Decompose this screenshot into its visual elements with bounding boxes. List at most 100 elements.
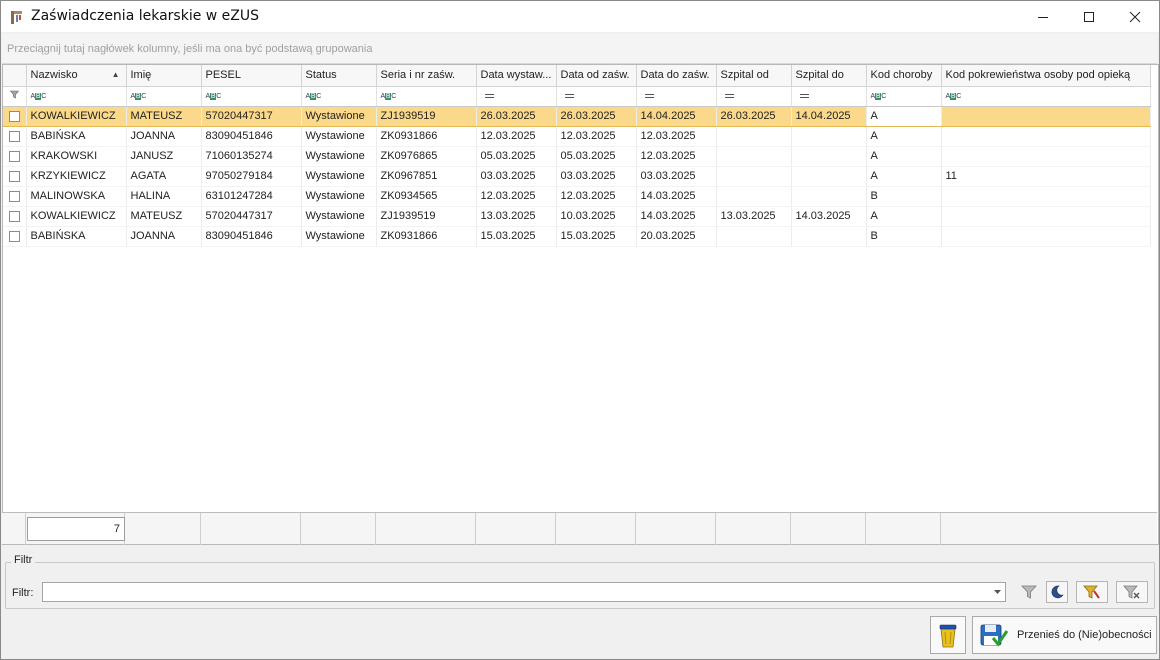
cell-data_do[interactable]: 20.03.2025 — [636, 226, 717, 247]
cell-kod_pokrewienstwa[interactable] — [941, 206, 1151, 227]
cell-pesel[interactable]: 57020447317 — [201, 105, 302, 127]
cell-data_wystawienia[interactable]: 03.03.2025 — [476, 166, 557, 187]
column-header-data_do[interactable]: Data do zaśw. — [636, 65, 717, 87]
cell-status[interactable]: Wystawione — [301, 226, 377, 247]
table-row[interactable]: KOWALKIEWICZ MATEUSZ 57020447317 Wystawione… — [3, 105, 1151, 127]
apply-filter-button[interactable] — [1015, 581, 1043, 603]
row-select-cell[interactable] — [3, 146, 27, 167]
table-row[interactable]: BABIŃSKA JOANNA 83090451846 Wystawione ZK093… — [3, 126, 1151, 147]
filter-cell-szpital_od[interactable] — [716, 86, 792, 107]
cell-data_od[interactable]: 12.03.2025 — [556, 126, 637, 147]
cell-data_od[interactable]: 26.03.2025 — [556, 105, 637, 127]
maximize-button[interactable] — [1066, 1, 1112, 32]
filter-cell-data_do[interactable] — [636, 86, 717, 107]
cell-data_wystawienia[interactable]: 15.03.2025 — [476, 226, 557, 247]
cell-data_do[interactable]: 12.03.2025 — [636, 126, 717, 147]
filter-cell-szpital_do[interactable] — [791, 86, 867, 107]
cell-kod_choroby[interactable]: A — [866, 166, 942, 187]
cell-nazwisko[interactable]: KRZYKIEWICZ — [26, 166, 127, 187]
cell-kod_choroby[interactable]: A — [866, 105, 942, 127]
cell-status[interactable]: Wystawione — [301, 126, 377, 147]
row-checkbox[interactable] — [8, 210, 20, 222]
row-checkbox[interactable] — [8, 190, 20, 202]
cell-status[interactable]: Wystawione — [301, 186, 377, 207]
column-header-szpital_do[interactable]: Szpital do — [791, 65, 867, 87]
cell-kod_choroby[interactable]: A — [866, 206, 942, 227]
row-select-cell[interactable] — [3, 226, 27, 247]
cell-data_wystawienia[interactable]: 05.03.2025 — [476, 146, 557, 167]
column-header-nazwisko[interactable]: Nazwisko ▲ — [26, 65, 127, 87]
cell-kod_pokrewienstwa[interactable]: 11 — [941, 166, 1151, 187]
cell-szpital_od[interactable] — [716, 186, 792, 207]
row-checkbox[interactable] — [8, 110, 20, 122]
cell-seria[interactable]: ZJ1939519 — [376, 105, 477, 127]
filter-cell-nazwisko[interactable]: ABC — [26, 86, 127, 107]
cell-nazwisko[interactable]: BABIŃSKA — [26, 226, 127, 247]
cell-kod_pokrewienstwa[interactable] — [941, 126, 1151, 147]
minimize-button[interactable] — [1020, 1, 1066, 32]
column-header-pesel[interactable]: PESEL — [201, 65, 302, 87]
cell-status[interactable]: Wystawione — [301, 105, 377, 127]
cell-data_do[interactable]: 12.03.2025 — [636, 146, 717, 167]
cell-data_od[interactable]: 12.03.2025 — [556, 186, 637, 207]
close-button[interactable] — [1112, 1, 1158, 32]
column-header-data_od[interactable]: Data od zaśw. — [556, 65, 637, 87]
cell-nazwisko[interactable]: MALINOWSKA — [26, 186, 127, 207]
cell-status[interactable]: Wystawione — [301, 146, 377, 167]
column-header-szpital_od[interactable]: Szpital od — [716, 65, 792, 87]
column-header-kod_pokrewienstwa[interactable]: Kod pokrewieństwa osoby pod opieką — [941, 65, 1151, 87]
clear-filter-button[interactable] — [1116, 581, 1148, 603]
cell-szpital_od[interactable] — [716, 226, 792, 247]
filter-cell-data_wystawienia[interactable] — [476, 86, 557, 107]
cell-seria[interactable]: ZK0934565 — [376, 186, 477, 207]
cell-kod_choroby[interactable]: A — [866, 126, 942, 147]
cell-imie[interactable]: JOANNA — [126, 126, 202, 147]
cell-data_od[interactable]: 15.03.2025 — [556, 226, 637, 247]
cell-pesel[interactable]: 71060135274 — [201, 146, 302, 167]
cell-kod_choroby[interactable]: A — [866, 146, 942, 167]
cell-data_do[interactable]: 14.03.2025 — [636, 206, 717, 227]
column-header-imie[interactable]: Imię — [126, 65, 202, 87]
cell-imie[interactable]: AGATA — [126, 166, 202, 187]
cell-szpital_do[interactable] — [791, 146, 867, 167]
filter-cell-pesel[interactable]: ABC — [201, 86, 302, 107]
cell-data_wystawienia[interactable]: 26.03.2025 — [476, 105, 557, 127]
cell-imie[interactable]: JANUSZ — [126, 146, 202, 167]
cell-pesel[interactable]: 57020447317 — [201, 206, 302, 227]
filter-cell-status[interactable]: ABC — [301, 86, 377, 107]
cell-nazwisko[interactable]: KOWALKIEWICZ — [26, 105, 127, 127]
cell-imie[interactable]: MATEUSZ — [126, 105, 202, 127]
cell-szpital_od[interactable] — [716, 146, 792, 167]
table-row[interactable]: MALINOWSKA HALINA 63101247284 Wystawione ZK0… — [3, 186, 1151, 207]
cell-pesel[interactable]: 97050279184 — [201, 166, 302, 187]
cell-kod_pokrewienstwa[interactable] — [941, 226, 1151, 247]
cell-szpital_od[interactable]: 26.03.2025 — [716, 105, 792, 127]
filter-mode-toggle[interactable] — [1046, 581, 1068, 603]
cell-data_wystawienia[interactable]: 12.03.2025 — [476, 186, 557, 207]
filter-cell-imie[interactable]: ABC — [126, 86, 202, 107]
column-header-status[interactable]: Status — [301, 65, 377, 87]
row-select-cell[interactable] — [3, 126, 27, 147]
cell-imie[interactable]: HALINA — [126, 186, 202, 207]
filter-input[interactable] — [42, 582, 1006, 602]
row-select-cell[interactable] — [3, 186, 27, 207]
cell-status[interactable]: Wystawione — [301, 166, 377, 187]
cell-pesel[interactable]: 83090451846 — [201, 226, 302, 247]
filter-cell-seria[interactable]: ABC — [376, 86, 477, 107]
row-checkbox[interactable] — [8, 230, 20, 242]
cell-szpital_od[interactable] — [716, 166, 792, 187]
row-checkbox[interactable] — [8, 130, 20, 142]
cell-seria[interactable]: ZK0931866 — [376, 126, 477, 147]
cell-kod_pokrewienstwa[interactable] — [941, 146, 1151, 167]
cell-kod_pokrewienstwa[interactable] — [941, 186, 1151, 207]
column-header-kod_choroby[interactable]: Kod choroby — [866, 65, 942, 87]
row-select-cell[interactable] — [3, 166, 27, 187]
cell-szpital_do[interactable] — [791, 186, 867, 207]
cell-data_od[interactable]: 05.03.2025 — [556, 146, 637, 167]
cell-data_od[interactable]: 10.03.2025 — [556, 206, 637, 227]
cell-seria[interactable]: ZK0931866 — [376, 226, 477, 247]
delete-button[interactable] — [930, 616, 966, 654]
cell-nazwisko[interactable]: KOWALKIEWICZ — [26, 206, 127, 227]
cell-szpital_do[interactable] — [791, 166, 867, 187]
cell-seria[interactable]: ZK0976865 — [376, 146, 477, 167]
